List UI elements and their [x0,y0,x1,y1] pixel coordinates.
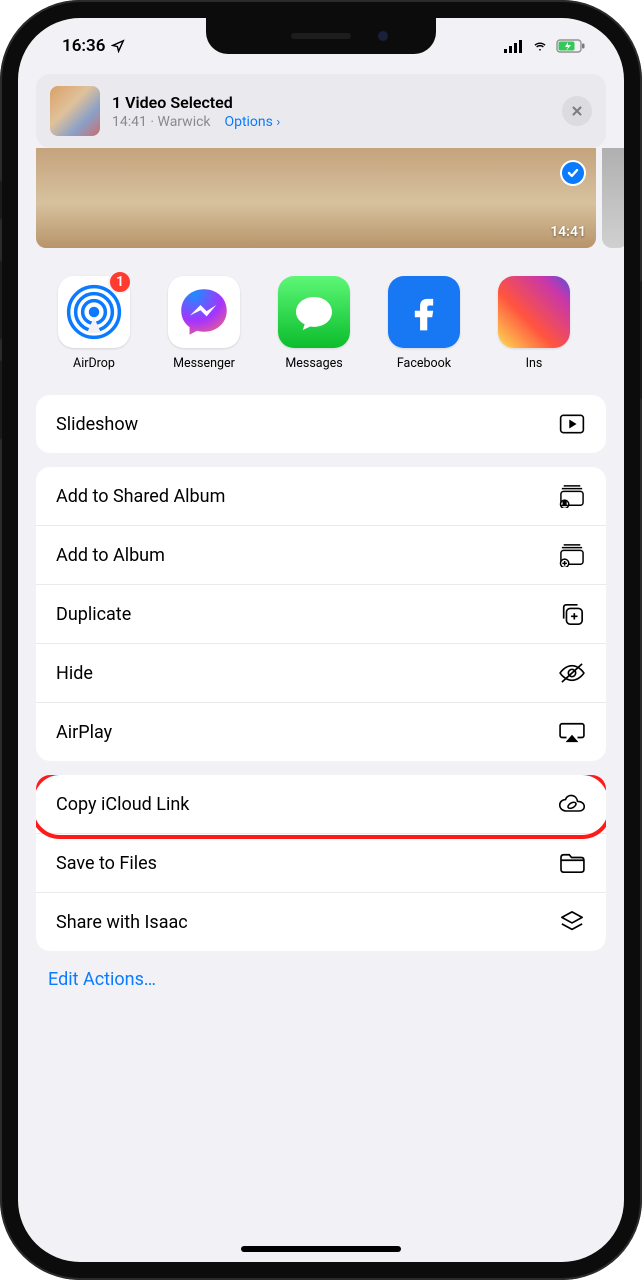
action-label: Copy iCloud Link [56,794,189,815]
action-label: Hide [56,663,93,684]
action-save-to-files[interactable]: Save to Files [36,833,606,892]
action-label: Add to Album [56,545,165,566]
airdrop-badge: 1 [108,270,132,294]
app-label: Facebook [378,356,470,371]
chevron-right-icon: › [276,115,280,130]
close-icon [570,104,584,118]
folder-icon [558,852,586,874]
wifi-icon [530,39,550,53]
instagram-icon [498,276,570,348]
preview-strip[interactable]: 14:41 [36,148,624,248]
notch [206,18,436,54]
action-label: Share with Isaac [56,912,188,933]
selection-title: 1 Video Selected [112,93,550,112]
selection-thumbnail [50,86,100,136]
shared-album-icon [558,485,586,507]
action-label: Add to Shared Album [56,486,225,507]
eye-slash-icon [558,662,586,684]
action-hide[interactable]: Hide [36,643,606,702]
action-slideshow[interactable]: Slideshow [36,395,606,453]
share-header: 1 Video Selected 14:41 · Warwick Options… [36,74,606,148]
app-label: Ins [488,356,580,371]
action-label: Slideshow [56,414,138,435]
battery-icon [556,39,586,53]
selection-time: 14:41 [112,114,147,130]
preview-thumbnail[interactable]: 14:41 [36,148,596,248]
status-time: 16:36 [62,36,105,56]
play-rect-icon [558,413,586,435]
screen: 16:36 [18,18,624,1262]
share-app-messages[interactable]: Messages [268,276,360,371]
selection-location: Warwick [158,114,211,130]
action-label: Save to Files [56,853,157,874]
app-label: AirDrop [48,356,140,371]
add-album-icon [558,544,586,566]
cloud-link-icon [558,793,586,815]
share-app-airdrop[interactable]: 1 AirDrop [48,276,140,371]
facebook-icon [388,276,460,348]
action-duplicate[interactable]: Duplicate [36,584,606,643]
selected-check-icon [560,160,586,186]
cellular-icon [504,39,524,53]
duplicate-icon [558,603,586,625]
app-label: Messenger [158,356,250,371]
action-label: Duplicate [56,604,131,625]
home-indicator[interactable] [241,1246,401,1252]
preview-thumbnail-next[interactable] [602,148,624,248]
options-button[interactable]: Options [224,114,272,130]
share-app-instagram[interactable]: Ins [488,276,580,371]
location-icon [111,39,125,53]
messenger-icon [168,276,240,348]
preview-duration: 14:41 [550,224,586,240]
action-add-album[interactable]: Add to Album [36,525,606,584]
share-app-facebook[interactable]: Facebook [378,276,470,371]
action-list: Slideshow Add to Shared Album [18,389,624,951]
selection-subtitle: 14:41 · Warwick Options › [112,114,550,130]
silent-switch [0,180,2,220]
action-share-with-contact[interactable]: Share with Isaac [36,892,606,951]
app-label: Messages [268,356,360,371]
action-label: AirPlay [56,722,112,743]
phone-frame: 16:36 [0,0,642,1280]
action-copy-icloud-link[interactable]: Copy iCloud Link [36,775,606,833]
messages-icon [278,276,350,348]
close-button[interactable] [562,96,592,126]
airplay-icon [558,721,586,743]
stack-icon [558,911,586,933]
edit-actions-button[interactable]: Edit Actions… [18,951,624,1008]
volume-up-button [0,260,2,340]
share-app-messenger[interactable]: Messenger [158,276,250,371]
action-airplay[interactable]: AirPlay [36,702,606,761]
volume-down-button [0,360,2,440]
action-add-shared-album[interactable]: Add to Shared Album [36,467,606,525]
share-app-row[interactable]: 1 AirDrop [18,248,624,389]
